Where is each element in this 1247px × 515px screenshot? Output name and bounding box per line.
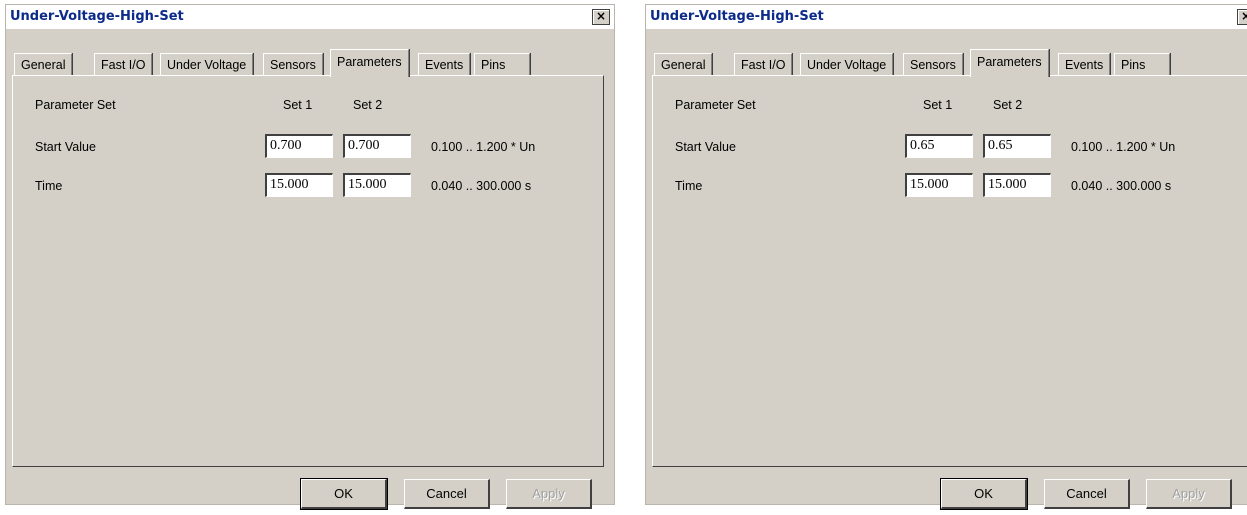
close-icon[interactable]: × — [592, 9, 610, 25]
tab-parameters[interactable]: Parameters — [330, 49, 409, 77]
tab-parameters[interactable]: Parameters — [970, 49, 1049, 77]
time-set2-input[interactable]: 15.000 — [343, 173, 411, 197]
cancel-button[interactable]: Cancel — [1044, 479, 1130, 509]
time-range: 0.040 .. 300.000 s — [431, 179, 532, 193]
start-value-set1-input[interactable]: 0.700 — [265, 134, 333, 158]
tab-fast-io[interactable]: Fast I/O — [94, 53, 153, 75]
tab-fast-io[interactable]: Fast I/O — [734, 53, 793, 75]
tab-under-voltage[interactable]: Under Voltage — [160, 53, 254, 75]
time-label: Time — [35, 179, 63, 193]
set1-header: Set 1 — [283, 98, 313, 112]
time-set1-input[interactable]: 15.000 — [265, 173, 333, 197]
set2-header: Set 2 — [993, 98, 1023, 112]
tab-pins[interactable]: Pins — [474, 53, 530, 75]
start-value-set2-input[interactable]: 0.65 — [983, 134, 1051, 158]
ok-button[interactable]: OK — [940, 478, 1028, 510]
start-value-label: Start Value — [35, 140, 96, 154]
parameter-set-label: Parameter Set — [35, 98, 116, 112]
time-set2-input[interactable]: 15.000 — [983, 173, 1051, 197]
time-set1-input[interactable]: 15.000 — [905, 173, 973, 197]
set1-header: Set 1 — [923, 98, 953, 112]
apply-button[interactable]: Apply — [506, 479, 592, 509]
dialog-title: Under-Voltage-High-Set — [6, 5, 614, 29]
dialog-right: Under-Voltage-High-Set × General Fast I/… — [645, 4, 1247, 510]
parameter-set-label: Parameter Set — [675, 98, 756, 112]
tab-events[interactable]: Events — [1058, 53, 1111, 75]
parameters-panel: Parameter Set Set 1 Set 2 Start Value 0.… — [12, 75, 604, 467]
tab-sensors[interactable]: Sensors — [263, 53, 323, 75]
cancel-button[interactable]: Cancel — [404, 479, 490, 509]
start-value-range: 0.100 .. 1.200 * Un — [1071, 140, 1176, 154]
tab-under-voltage[interactable]: Under Voltage — [800, 53, 894, 75]
start-value-set2-input[interactable]: 0.700 — [343, 134, 411, 158]
apply-button[interactable]: Apply — [1146, 479, 1232, 509]
ok-button[interactable]: OK — [300, 478, 388, 510]
dialog-title: Under-Voltage-High-Set — [646, 5, 1247, 29]
start-value-set1-input[interactable]: 0.65 — [905, 134, 973, 158]
set2-header: Set 2 — [353, 98, 383, 112]
tab-events[interactable]: Events — [418, 53, 471, 75]
parameters-panel: Parameter Set Set 1 Set 2 Start Value 0.… — [652, 75, 1247, 467]
time-label: Time — [675, 179, 703, 193]
start-value-label: Start Value — [675, 140, 736, 154]
tab-pins[interactable]: Pins — [1114, 53, 1170, 75]
tab-sensors[interactable]: Sensors — [903, 53, 963, 75]
time-range: 0.040 .. 300.000 s — [1071, 179, 1172, 193]
start-value-range: 0.100 .. 1.200 * Un — [431, 140, 536, 154]
close-icon[interactable]: × — [1237, 9, 1247, 25]
tab-general[interactable]: General — [654, 53, 713, 75]
dialog-left: Under-Voltage-High-Set × General Fast I/… — [5, 4, 615, 510]
tab-general[interactable]: General — [14, 53, 73, 75]
